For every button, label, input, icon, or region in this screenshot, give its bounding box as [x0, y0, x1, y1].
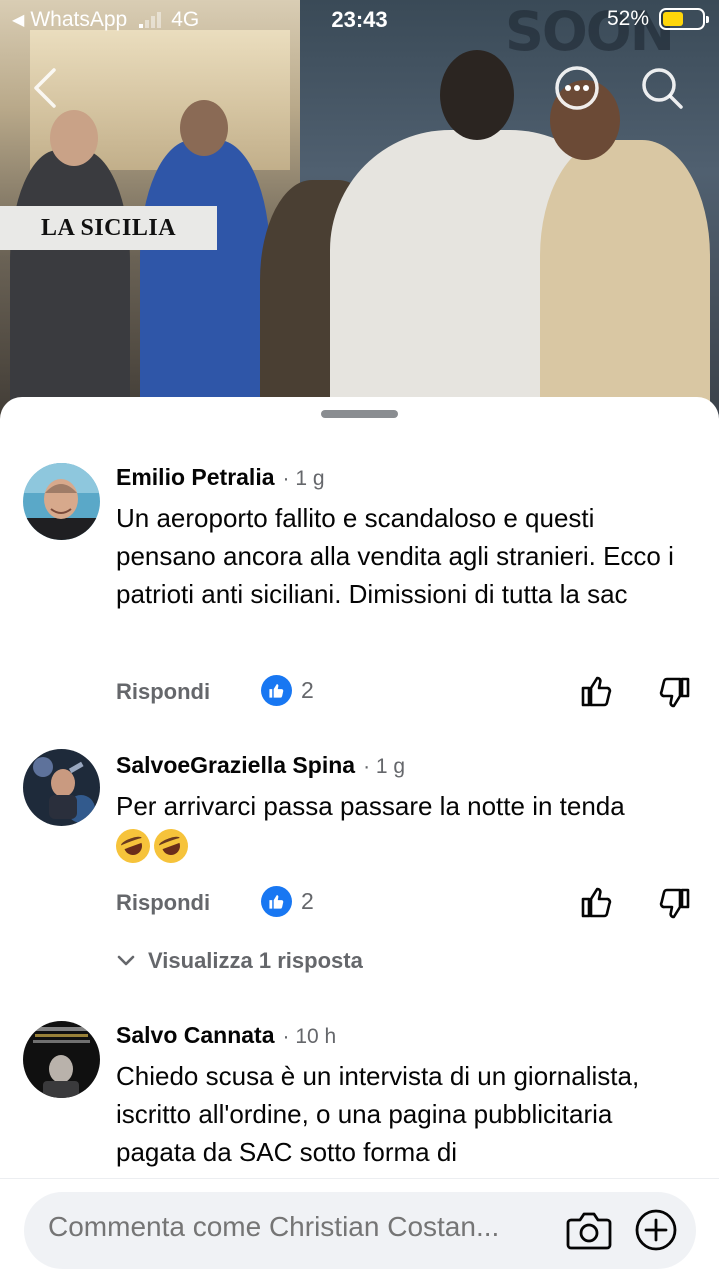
rolling-laughing-emoji-icon [111, 824, 155, 868]
comment-time: · 10 h [282, 1025, 337, 1048]
background-person-head [180, 100, 228, 156]
comment-composer [24, 1192, 696, 1269]
plus-circle-icon[interactable] [634, 1208, 678, 1252]
battery-percent: 52% [606, 7, 649, 30]
chevron-left-icon[interactable] [28, 66, 64, 110]
battery-fill [663, 12, 683, 26]
like-count-value: 2 [301, 677, 314, 703]
avatar[interactable] [23, 749, 100, 826]
comment-composer-bar [0, 1178, 719, 1280]
comment-text: Un aeroporto fallito e scandaloso e ques… [116, 503, 674, 609]
status-bar: ◀ WhatsApp 4G 23:43 52% [0, 0, 719, 40]
more-horizontal-icon[interactable] [554, 65, 600, 111]
view-replies-button[interactable]: Visualizza 1 risposta [116, 948, 363, 974]
like-count: 2 [261, 675, 314, 706]
battery-icon [659, 8, 709, 30]
reply-button[interactable]: Rispondi [116, 679, 210, 705]
reply-button[interactable]: Rispondi [116, 890, 210, 916]
camera-icon[interactable] [566, 1209, 612, 1251]
comment-time: · 1 g [363, 755, 406, 778]
comment-input[interactable] [48, 1211, 558, 1243]
avatar[interactable] [23, 463, 100, 540]
thumbs-up-icon [261, 886, 292, 917]
comment-text: Chiedo scusa è un intervista di un giorn… [116, 1061, 640, 1167]
comment-text: Per arrivarci passa passare la notte in … [116, 791, 625, 821]
video-background[interactable]: SOON LA SICILIA [0, 0, 719, 430]
thumbs-down-icon[interactable] [656, 886, 692, 922]
background-person-head [440, 50, 514, 140]
sheet-drag-handle[interactable] [321, 410, 398, 418]
thumbs-up-icon[interactable] [579, 884, 615, 920]
source-badge: LA SICILIA [0, 206, 217, 250]
view-replies-label: Visualizza 1 risposta [148, 948, 363, 973]
comments-sheet: Emilio Petralia · 1 g Un aeroporto falli… [0, 397, 719, 1280]
comment-author[interactable]: Salvo Cannata [116, 1019, 275, 1051]
comment-time: · 1 g [282, 467, 325, 490]
background-person [540, 140, 710, 430]
comment-actions: Rispondi 2 [116, 884, 696, 924]
thumbs-down-icon[interactable] [656, 675, 692, 711]
background-person-head [50, 110, 98, 166]
avatar[interactable] [23, 1021, 100, 1098]
like-count-value: 2 [301, 888, 314, 914]
comment-actions: Rispondi 2 [116, 673, 696, 713]
background-person [140, 140, 270, 430]
comment-author[interactable]: Emilio Petralia [116, 461, 275, 493]
comment-author[interactable]: SalvoeGraziella Spina [116, 749, 355, 781]
rolling-laughing-emoji-icon [149, 824, 193, 868]
comment-emojis [111, 824, 699, 868]
search-icon[interactable] [638, 64, 686, 112]
chevron-down-icon [117, 955, 135, 966]
thumbs-up-icon [261, 675, 292, 706]
like-count: 2 [261, 886, 314, 917]
background-person [10, 150, 130, 430]
thumbs-up-icon[interactable] [579, 673, 615, 709]
